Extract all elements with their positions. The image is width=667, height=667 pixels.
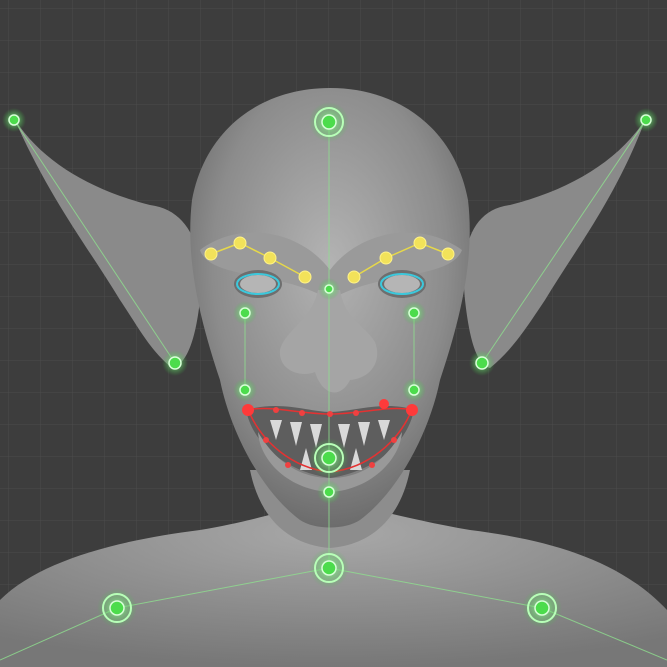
left-ear-base-control[interactable] xyxy=(162,350,188,376)
right-ear-tip-control[interactable] xyxy=(634,108,658,132)
viewport-canvas[interactable] xyxy=(0,0,667,667)
left-brow-inner-control[interactable] xyxy=(263,251,277,265)
right-brow-inner-control[interactable] xyxy=(379,251,393,265)
head-control[interactable] xyxy=(309,102,349,142)
left-shoulder-control[interactable] xyxy=(97,588,137,628)
left-eyeball xyxy=(240,275,276,293)
left-mouth-corner-control[interactable] xyxy=(233,378,257,402)
right-brow-center-control[interactable] xyxy=(347,270,361,284)
right-cheek-control[interactable] xyxy=(402,301,426,325)
left-cheek-control[interactable] xyxy=(233,301,257,325)
right-mouth-corner-control[interactable] xyxy=(402,378,426,402)
right-brow-mid-control[interactable] xyxy=(413,236,427,250)
right-lip-corner-control[interactable] xyxy=(406,404,418,416)
right-shoulder-control[interactable] xyxy=(522,588,562,628)
left-lip-corner-control[interactable] xyxy=(242,404,254,416)
left-brow-mid-control[interactable] xyxy=(233,236,247,250)
left-brow-outer-control[interactable] xyxy=(204,247,218,261)
jaw-control[interactable] xyxy=(309,438,349,478)
right-ear-base-control[interactable] xyxy=(469,350,495,376)
left-ear-tip-control[interactable] xyxy=(2,108,26,132)
3d-viewport[interactable] xyxy=(0,0,667,667)
right-eyeball xyxy=(384,275,420,293)
chin-control[interactable] xyxy=(317,480,341,504)
right-brow-outer-control[interactable] xyxy=(441,247,455,261)
neck-control[interactable] xyxy=(309,548,349,588)
right-upper-lip-control[interactable] xyxy=(379,399,389,409)
nose-bridge-control[interactable] xyxy=(318,278,340,300)
left-brow-center-control[interactable] xyxy=(298,270,312,284)
